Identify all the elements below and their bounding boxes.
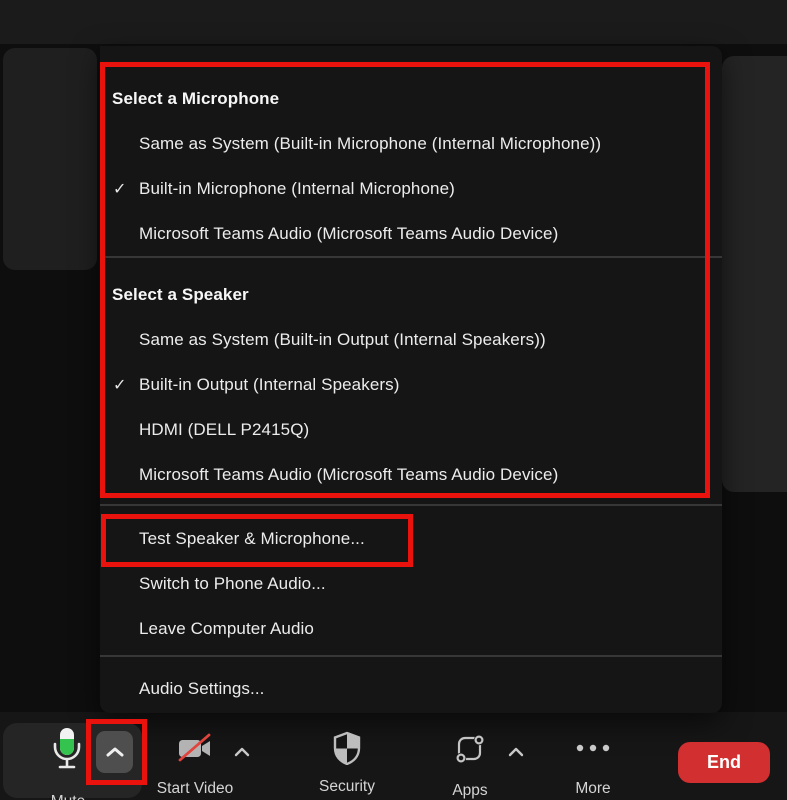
microphone-icon <box>53 728 81 769</box>
menu-item-mic-same-as-system[interactable]: Same as System (Built-in Microphone (Int… <box>100 121 722 166</box>
more-button[interactable]: More <box>575 740 611 797</box>
menu-header-select-speaker: Select a Speaker <box>112 284 249 304</box>
menu-divider <box>100 655 722 657</box>
video-camera-off-icon <box>178 733 211 762</box>
mute-label: Mute <box>3 793 133 800</box>
menu-item-leave-computer-audio[interactable]: Leave Computer Audio <box>100 606 722 651</box>
menu-item-speaker-teams-audio[interactable]: Microsoft Teams Audio (Microsoft Teams A… <box>100 452 722 497</box>
zoom-meeting-window: Select a Microphone Same as System (Buil… <box>0 0 787 800</box>
more-dots-icon <box>576 744 610 752</box>
end-meeting-button[interactable]: End <box>678 742 770 783</box>
end-label: End <box>707 752 741 772</box>
menu-item-mic-built-in[interactable]: ✓ Built-in Microphone (Internal Micropho… <box>100 166 722 211</box>
shield-icon <box>333 731 361 766</box>
audio-options-menu: Select a Microphone Same as System (Buil… <box>100 46 722 713</box>
apps-label: Apps <box>452 782 488 799</box>
video-options-chevron-icon[interactable] <box>234 747 250 757</box>
start-video-button[interactable]: Start Video <box>157 733 233 797</box>
menu-item-mic-teams-audio[interactable]: Microsoft Teams Audio (Microsoft Teams A… <box>100 211 722 256</box>
security-label: Security <box>319 778 375 795</box>
check-icon: ✓ <box>113 180 127 198</box>
menu-item-speaker-hdmi[interactable]: HDMI (DELL P2415Q) <box>100 407 722 452</box>
menu-header-select-microphone: Select a Microphone <box>112 88 280 108</box>
background-video-tile-right <box>722 56 787 492</box>
menu-item-speaker-built-in[interactable]: ✓ Built-in Output (Internal Speakers) <box>100 362 722 407</box>
chevron-up-icon <box>106 747 123 757</box>
more-label: More <box>575 780 611 797</box>
meeting-background-strip <box>0 0 787 44</box>
menu-item-test-speaker-microphone[interactable]: Test Speaker & Microphone... <box>100 516 722 561</box>
apps-icon <box>455 734 485 764</box>
security-button[interactable]: Security <box>319 731 375 795</box>
apps-options-chevron-icon[interactable] <box>508 747 524 757</box>
menu-divider <box>100 504 722 506</box>
menu-divider <box>100 256 722 258</box>
apps-button[interactable]: Apps <box>452 734 488 799</box>
audio-options-chevron-button[interactable] <box>96 731 133 773</box>
menu-item-audio-settings[interactable]: Audio Settings... <box>100 666 722 711</box>
start-video-label: Start Video <box>156 780 234 797</box>
check-icon: ✓ <box>113 376 127 394</box>
menu-item-speaker-same-as-system[interactable]: Same as System (Built-in Output (Interna… <box>100 317 722 362</box>
background-video-tile-left <box>3 48 97 270</box>
menu-item-switch-phone-audio[interactable]: Switch to Phone Audio... <box>100 561 722 606</box>
